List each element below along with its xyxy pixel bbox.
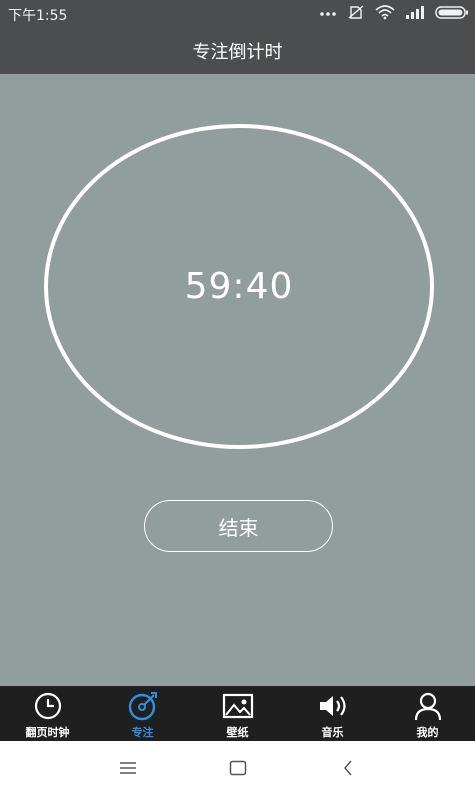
tab-music[interactable]: 音乐 xyxy=(285,686,380,741)
status-bar: 下午1:55 xyxy=(0,0,475,28)
status-time: 下午1:55 xyxy=(8,8,68,24)
user-icon xyxy=(412,690,444,722)
system-nav-bar xyxy=(0,741,475,795)
more-dots-icon xyxy=(320,12,336,16)
wifi-icon xyxy=(375,5,395,20)
home-icon[interactable] xyxy=(218,748,258,788)
focus-timer-area: 59:40 结束 xyxy=(0,74,475,686)
tab-label: 音乐 xyxy=(321,726,344,739)
page-title: 专注倒计时 xyxy=(192,42,283,63)
image-icon xyxy=(222,690,254,722)
title-bar: 专注倒计时 xyxy=(0,28,475,74)
tab-label: 壁纸 xyxy=(226,726,249,739)
tab-label: 翻页时钟 xyxy=(25,726,70,739)
speaker-icon xyxy=(317,690,349,722)
end-button-label: 结束 xyxy=(218,515,259,540)
tab-label: 我的 xyxy=(416,726,439,739)
signal-icon xyxy=(406,6,424,19)
end-button[interactable]: 结束 xyxy=(144,500,333,552)
clock-icon xyxy=(32,690,64,722)
timer-ring: 59:40 xyxy=(44,124,434,449)
focus-target-icon xyxy=(127,690,159,722)
menu-icon[interactable] xyxy=(108,748,148,788)
tab-label: 专注 xyxy=(131,726,154,739)
tab-profile[interactable]: 我的 xyxy=(380,686,475,741)
no-sim-icon xyxy=(348,5,364,19)
tab-focus[interactable]: 专注 xyxy=(95,686,190,741)
back-icon[interactable] xyxy=(328,748,368,788)
tab-flip-clock[interactable]: 翻页时钟 xyxy=(0,686,95,741)
tab-wallpaper[interactable]: 壁纸 xyxy=(190,686,285,741)
battery-icon xyxy=(435,6,468,19)
bottom-tab-bar: 翻页时钟 专注 壁纸 音乐 我的 xyxy=(0,686,475,741)
countdown-display: 59:40 xyxy=(184,266,294,307)
status-icons xyxy=(319,4,469,20)
